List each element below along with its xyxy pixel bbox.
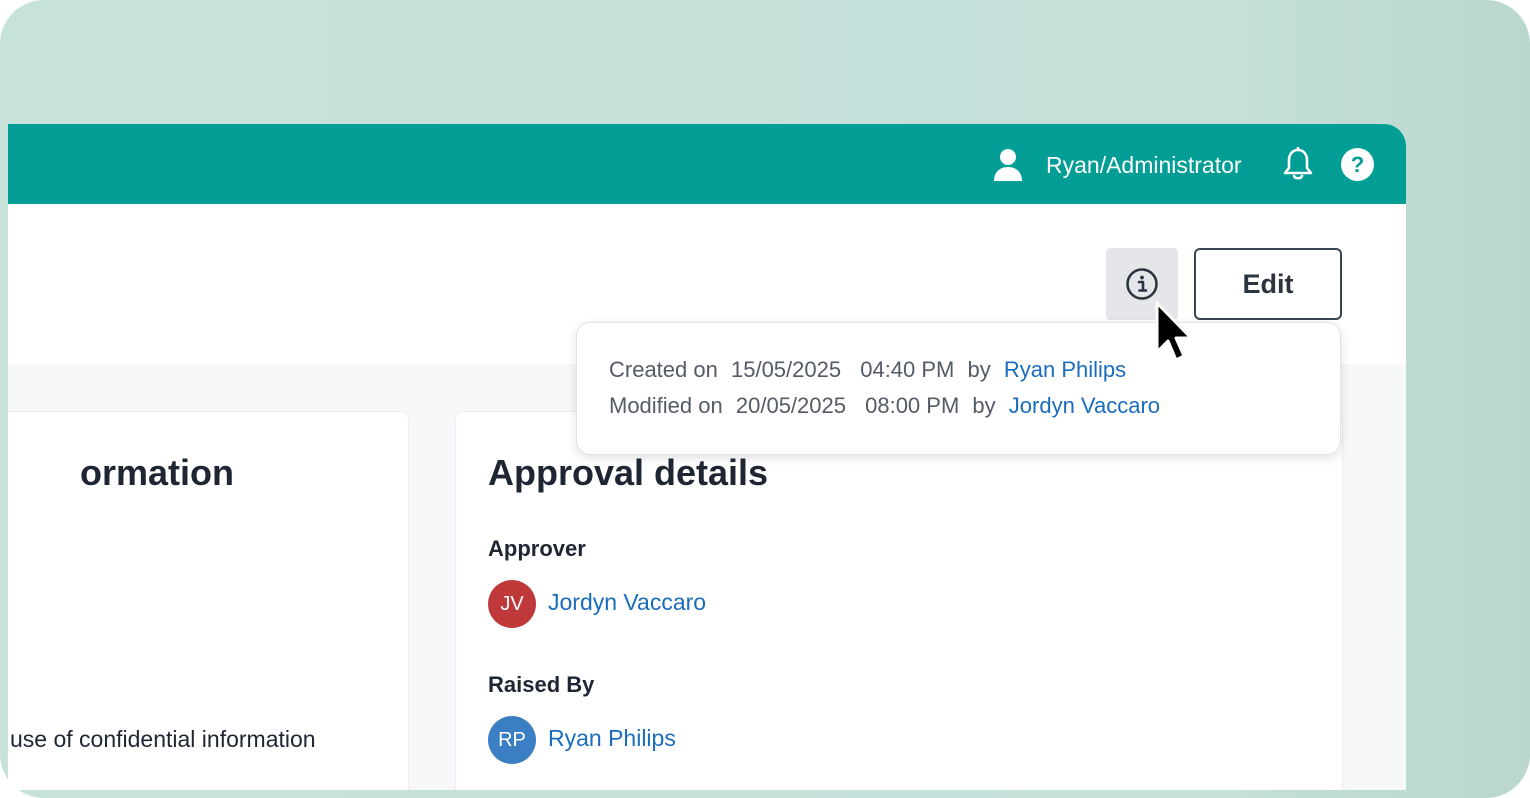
user-icon xyxy=(994,149,1022,181)
created-time: 04:40 PM xyxy=(860,357,955,382)
modified-prefix: Modified on xyxy=(609,393,723,418)
created-prefix: Created on xyxy=(609,357,718,382)
raised-by-name-link[interactable]: Ryan Philips xyxy=(548,725,676,752)
approver-label: Approver xyxy=(488,536,586,561)
record-info-popover: Created on 15/05/2025 04:40 PM by Ryan P… xyxy=(576,322,1341,455)
information-card-title: ormation xyxy=(79,452,234,493)
user-account-name[interactable]: Ryan/Administrator xyxy=(1046,150,1242,180)
information-card-text: use of confidential information xyxy=(10,726,316,752)
modified-by-word: by xyxy=(972,393,996,418)
raised-by-avatar: RP xyxy=(488,716,536,764)
approver-name-link[interactable]: Jordyn Vaccaro xyxy=(548,589,706,616)
created-date: 15/05/2025 xyxy=(730,357,842,382)
raised-by-label: Raised By xyxy=(488,672,595,697)
created-info-row: Created on 15/05/2025 04:40 PM by Ryan P… xyxy=(609,357,1133,383)
modified-by-link[interactable]: Jordyn Vaccaro xyxy=(1009,393,1160,418)
approval-details-title: Approval details xyxy=(488,452,769,493)
approver-person: JV Jordyn Vaccaro xyxy=(488,580,748,628)
modified-date: 20/05/2025 xyxy=(735,393,846,418)
bell-icon[interactable] xyxy=(1282,147,1314,181)
edit-button[interactable]: Edit xyxy=(1194,248,1342,320)
info-icon xyxy=(1126,268,1158,300)
app-window: Ryan/Administrator ? Edit ormation use o… xyxy=(8,124,1406,790)
information-card: ormation use of confidential information xyxy=(8,412,408,790)
created-by-link[interactable]: Ryan Philips xyxy=(1004,357,1126,382)
help-icon[interactable]: ? xyxy=(1341,148,1374,181)
created-by-word: by xyxy=(967,357,991,382)
top-navigation-bar: Ryan/Administrator ? xyxy=(8,124,1406,204)
modified-info-row: Modified on 20/05/2025 08:00 PM by Jordy… xyxy=(609,393,1167,419)
raised-by-person: RP Ryan Philips xyxy=(488,716,748,764)
approval-details-card: Approval details Approver JV Jordyn Vacc… xyxy=(456,412,1342,790)
modified-time: 08:00 PM xyxy=(865,393,960,418)
screenshot-frame: Ryan/Administrator ? Edit ormation use o… xyxy=(0,0,1530,798)
mouse-pointer-icon xyxy=(1155,301,1193,362)
approver-avatar: JV xyxy=(488,580,536,628)
